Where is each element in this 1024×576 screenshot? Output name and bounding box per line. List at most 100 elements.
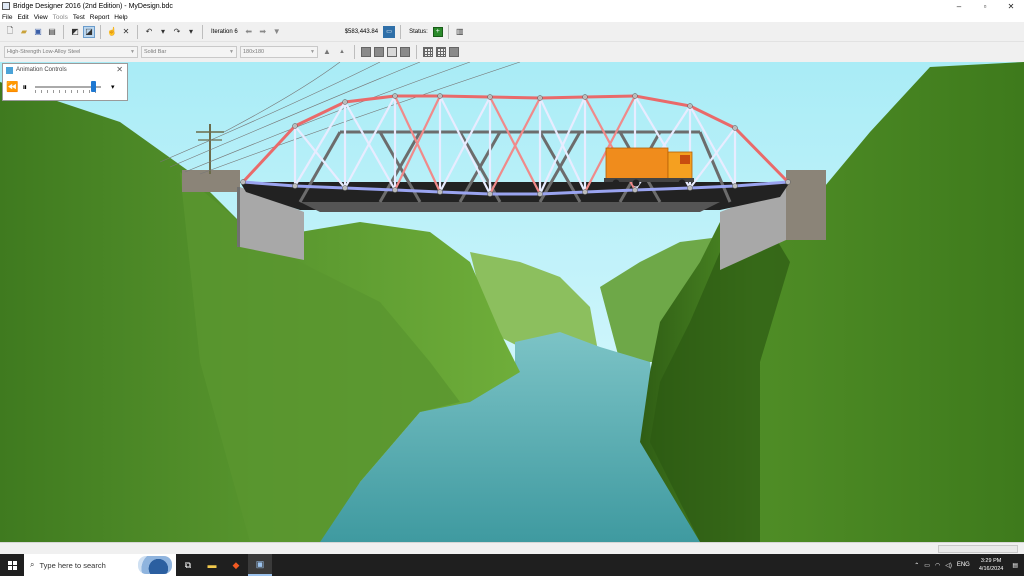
coarse-grid-icon[interactable] xyxy=(423,46,433,57)
wifi-icon[interactable]: ◠ xyxy=(935,562,940,569)
title-bar: Bridge Designer 2016 (2nd Edition) - MyD… xyxy=(0,0,1024,12)
cost-calculator-icon[interactable]: ▭ xyxy=(383,25,396,38)
print-icon[interactable]: ▤ xyxy=(46,26,58,38)
menu-help[interactable]: Help xyxy=(114,14,127,21)
volume-icon[interactable]: ◁) xyxy=(945,562,952,569)
cross-section-select[interactable]: Solid Bar ▼ xyxy=(141,45,237,58)
medium-grid-icon[interactable] xyxy=(436,46,446,57)
toolbar-separator xyxy=(137,24,138,39)
scene-canvas xyxy=(0,62,1024,542)
menu-report[interactable]: Report xyxy=(90,14,110,21)
status-bar xyxy=(0,542,1024,554)
menu-edit[interactable]: Edit xyxy=(17,14,28,21)
iteration-dropdown-icon[interactable]: ▼ xyxy=(271,26,283,38)
save-icon[interactable]: ▣ xyxy=(32,26,44,38)
menu-bar: File Edit View Tools Test Report Help xyxy=(0,12,1024,22)
toolbar-separator xyxy=(447,24,449,39)
clock[interactable]: 3:29 PM 4/16/2024 xyxy=(979,557,1003,573)
load-test-3d-view[interactable] xyxy=(0,62,1024,542)
bridge-designer-taskbar-icon[interactable]: ▣ xyxy=(248,554,272,576)
app-icon xyxy=(2,2,10,10)
animation-controls-panel: Animation Controls ✕ ⏪ ⏸ ▾ xyxy=(2,63,128,101)
redo-dropdown-icon[interactable]: ▾ xyxy=(185,26,197,38)
toolbar-separator xyxy=(63,24,64,39)
delete-icon[interactable]: ✕ xyxy=(120,26,132,38)
undo-dropdown-icon[interactable]: ▾ xyxy=(157,26,169,38)
taskbar-search[interactable]: ⌕ Type here to search xyxy=(24,554,176,576)
redo-icon[interactable]: ↷ xyxy=(171,26,183,38)
animation-options-dropdown-icon[interactable]: ▾ xyxy=(111,83,115,91)
brave-browser-icon[interactable]: ◆ xyxy=(224,554,248,576)
window-title: Bridge Designer 2016 (2nd Edition) - MyD… xyxy=(13,2,173,10)
rulers-icon[interactable] xyxy=(387,46,397,57)
toolbar-separator xyxy=(354,44,355,59)
select-tool-icon[interactable]: ☝ xyxy=(106,26,118,38)
toolbar-separator xyxy=(100,24,101,39)
chevron-down-icon: ▼ xyxy=(130,48,135,55)
fine-grid-icon[interactable] xyxy=(449,46,459,57)
undo-icon[interactable]: ↶ xyxy=(143,26,155,38)
cost-display: $583,443.84 xyxy=(344,28,379,35)
status-bar-field xyxy=(938,545,1018,553)
animation-controls-title: Animation Controls xyxy=(16,67,67,73)
left-abutment-edge xyxy=(237,187,240,247)
increase-size-icon[interactable]: ▲ xyxy=(321,46,333,58)
search-highlight-image xyxy=(138,556,172,574)
menu-view[interactable]: View xyxy=(34,14,48,21)
system-tray: ⌃ ▭ ◠ ◁) ENG 3:29 PM 4/16/2024 ▤ xyxy=(914,554,1024,576)
member-table-icon[interactable]: ▥ xyxy=(454,26,466,38)
joint-list-icon[interactable] xyxy=(374,46,384,57)
notifications-icon[interactable]: ▤ xyxy=(1012,562,1018,569)
menu-file[interactable]: File xyxy=(2,14,12,21)
load-test-icon[interactable]: ◪ xyxy=(83,25,95,38)
start-button[interactable] xyxy=(0,554,24,576)
toolbar-separator xyxy=(202,24,203,39)
decrease-size-icon[interactable]: ▲ xyxy=(336,46,348,58)
close-button[interactable]: ✕ xyxy=(998,0,1024,12)
task-view-icon[interactable]: ⧉ xyxy=(176,554,200,576)
slider-thumb[interactable] xyxy=(91,81,97,92)
cross-section-value: Solid Bar xyxy=(144,48,167,55)
status-label: Status: xyxy=(409,28,428,35)
animation-icon xyxy=(6,66,13,74)
material-value: High-Strength Low-Alloy Steel xyxy=(7,48,81,55)
size-select[interactable]: 180x180 ▼ xyxy=(240,45,318,58)
network-icon[interactable]: ▭ xyxy=(924,562,930,569)
pause-icon[interactable]: ⏸ xyxy=(22,82,27,93)
member-numbers-icon[interactable] xyxy=(400,46,410,57)
next-iteration-icon[interactable]: ➡ xyxy=(257,26,269,38)
previous-iteration-icon[interactable]: ⬅ xyxy=(243,26,255,38)
windows-logo-icon xyxy=(7,560,17,570)
rewind-icon[interactable]: ⏪ xyxy=(6,82,18,93)
clock-date: 4/16/2024 xyxy=(978,566,1004,572)
toolbar-separator xyxy=(416,44,417,59)
member-properties-toolbar: High-Strength Low-Alloy Steel ▼ Solid Ba… xyxy=(0,42,1024,61)
menu-tools[interactable]: Tools xyxy=(53,14,68,21)
file-explorer-icon[interactable]: ▬ xyxy=(200,554,224,576)
deck-underside xyxy=(300,202,720,212)
minimize-button[interactable]: – xyxy=(946,0,972,12)
test-truck xyxy=(604,147,694,187)
new-file-icon[interactable]: 🗋 xyxy=(4,26,16,38)
status-ok-icon[interactable]: + xyxy=(432,26,443,37)
material-select[interactable]: High-Strength Low-Alloy Steel ▼ xyxy=(4,45,138,58)
menu-test[interactable]: Test xyxy=(73,14,85,21)
animation-controls-titlebar[interactable]: Animation Controls ✕ xyxy=(3,64,127,76)
window-controls: – ▫ ✕ xyxy=(946,0,1024,12)
member-list-icon[interactable] xyxy=(361,46,371,57)
show-hidden-icons-icon[interactable]: ⌃ xyxy=(914,562,919,569)
drawing-board-icon[interactable]: ◩ xyxy=(69,26,81,38)
open-folder-icon[interactable]: ▰ xyxy=(18,26,30,38)
toolbar-separator xyxy=(400,24,402,39)
taskbar: ⌕ Type here to search ⧉ ▬ ◆ ▣ ⌃ ▭ ◠ ◁) E… xyxy=(0,554,1024,576)
animation-speed-slider[interactable] xyxy=(34,80,101,94)
chevron-down-icon: ▼ xyxy=(229,48,234,55)
clock-time: 3:29 PM xyxy=(980,558,1002,564)
maximize-button[interactable]: ▫ xyxy=(972,0,998,12)
close-icon[interactable]: ✕ xyxy=(116,65,123,74)
iteration-label: Iteration 6 xyxy=(211,28,238,35)
chevron-down-icon: ▼ xyxy=(310,48,315,55)
language-indicator[interactable]: ENG xyxy=(957,562,970,568)
size-value: 180x180 xyxy=(243,48,265,55)
right-abutment-cap xyxy=(786,170,826,240)
